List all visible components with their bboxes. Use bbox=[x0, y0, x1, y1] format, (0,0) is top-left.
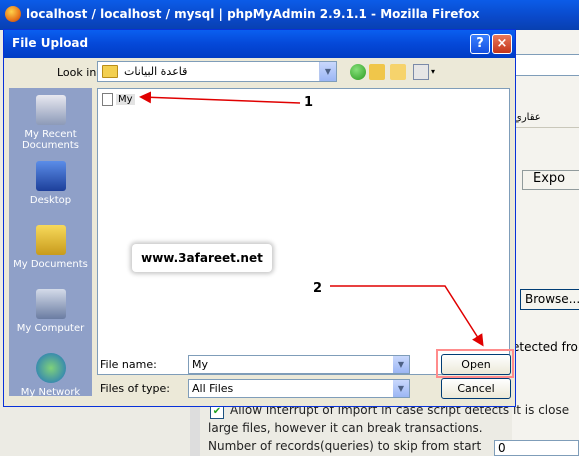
arrow-1 bbox=[139, 91, 301, 104]
annotation-1: 1 bbox=[304, 95, 314, 110]
annotation-2: 2 bbox=[313, 281, 323, 296]
annotation-overlay bbox=[139, 91, 484, 347]
arrow-2 bbox=[330, 285, 484, 347]
